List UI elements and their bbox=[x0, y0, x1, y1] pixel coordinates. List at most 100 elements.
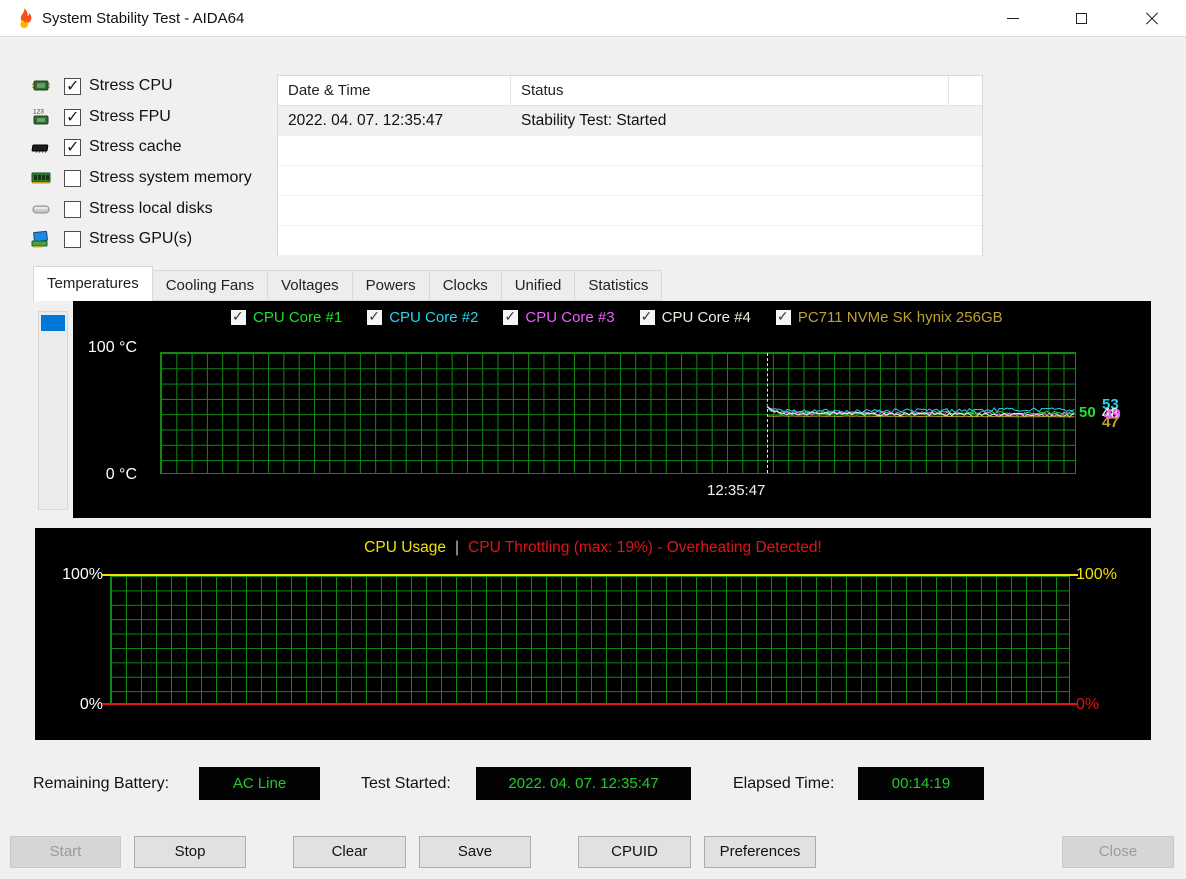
cpu-chip-icon bbox=[30, 76, 52, 96]
tab-voltages[interactable]: Voltages bbox=[268, 270, 353, 301]
minimize-icon bbox=[1007, 18, 1019, 19]
tab-temperatures[interactable]: Temperatures bbox=[33, 266, 153, 301]
title-separator: | bbox=[455, 539, 459, 557]
cpu-usage-title-text: CPU Usage bbox=[364, 539, 446, 557]
table-row-empty bbox=[278, 136, 982, 166]
legend-item-cpu-core-2[interactable]: CPU Core #2 bbox=[367, 309, 478, 326]
stop-button[interactable]: Stop bbox=[134, 836, 246, 868]
event-empty-cell bbox=[949, 106, 982, 135]
test-started-value: 2022. 04. 07. 12:35:47 bbox=[476, 767, 691, 800]
fpu-chip-icon: 123 bbox=[30, 107, 52, 127]
stress-fpu-checkbox[interactable] bbox=[64, 109, 81, 126]
current-temp-label-nvme: 47 bbox=[1102, 414, 1119, 431]
legend-item-cpu-core-3[interactable]: CPU Core #3 bbox=[503, 309, 614, 326]
stress-memory-option[interactable]: Stress system memory bbox=[30, 166, 252, 190]
tab-cooling-fans[interactable]: Cooling Fans bbox=[153, 270, 268, 301]
test-started-label: Test Started: bbox=[361, 775, 451, 793]
legend-item-nvme[interactable]: PC711 NVMe SK hynix 256GB bbox=[776, 309, 1003, 326]
close-icon bbox=[1145, 12, 1158, 25]
temp-axis-max-label: 100 °C bbox=[77, 339, 137, 357]
close-button[interactable] bbox=[1128, 0, 1174, 36]
stress-cpu-checkbox[interactable] bbox=[64, 78, 81, 95]
column-header-datetime[interactable]: Date & Time bbox=[278, 76, 511, 105]
temp-scale-slider-thumb[interactable] bbox=[41, 315, 65, 331]
elapsed-time-text: 00:14:19 bbox=[892, 775, 950, 792]
legend-checkbox-cpu-core-4[interactable] bbox=[640, 310, 655, 325]
save-button[interactable]: Save bbox=[419, 836, 531, 868]
tab-clocks[interactable]: Clocks bbox=[430, 270, 502, 301]
aida64-flame-icon bbox=[13, 7, 35, 30]
stress-memory-label: Stress system memory bbox=[89, 169, 252, 187]
stress-gpu-checkbox[interactable] bbox=[64, 231, 81, 248]
stress-disks-option[interactable]: Stress local disks bbox=[30, 197, 213, 221]
elapsed-time-label: Elapsed Time: bbox=[733, 775, 834, 793]
stress-cpu-label: Stress CPU bbox=[89, 77, 173, 95]
close-dialog-button[interactable]: Close bbox=[1062, 836, 1174, 868]
event-status-cell: Stability Test: Started bbox=[511, 106, 949, 135]
usage-axis-min-right: 0% bbox=[1076, 696, 1099, 714]
throttling-warning-text: CPU Throttling (max: 19%) - Overheating … bbox=[468, 539, 822, 557]
temperature-legend: CPU Core #1 CPU Core #2 CPU Core #3 CPU … bbox=[231, 309, 1003, 326]
event-log-header: Date & Time Status bbox=[278, 76, 982, 106]
temp-axis-min-label: 0 °C bbox=[77, 466, 137, 484]
stress-gpu-option[interactable]: Stress GPU(s) bbox=[30, 227, 192, 251]
tab-powers[interactable]: Powers bbox=[353, 270, 430, 301]
legend-label-cpu-core-4: CPU Core #4 bbox=[662, 309, 751, 326]
temperature-series-lines bbox=[160, 352, 1076, 474]
memory-module-icon bbox=[30, 168, 52, 188]
elapsed-time-value: 00:14:19 bbox=[858, 767, 984, 800]
current-temp-label-core1: 50 bbox=[1079, 404, 1096, 421]
maximize-button[interactable] bbox=[1058, 0, 1104, 36]
cache-chip-icon bbox=[30, 137, 52, 157]
test-started-text: 2022. 04. 07. 12:35:47 bbox=[508, 775, 658, 792]
table-row[interactable]: 2022. 04. 07. 12:35:47 Stability Test: S… bbox=[278, 106, 982, 136]
tab-statistics[interactable]: Statistics bbox=[575, 270, 662, 301]
legend-checkbox-nvme[interactable] bbox=[776, 310, 791, 325]
table-row-empty bbox=[278, 196, 982, 226]
stress-disks-label: Stress local disks bbox=[89, 200, 213, 218]
stress-fpu-label: Stress FPU bbox=[89, 108, 171, 126]
minimize-button[interactable] bbox=[990, 0, 1036, 36]
usage-axis-min-left: 0% bbox=[43, 696, 103, 714]
stress-cache-option[interactable]: Stress cache bbox=[30, 135, 181, 159]
system-stability-test-window: System Stability Test - AIDA64 Stress CP… bbox=[0, 0, 1186, 879]
legend-checkbox-cpu-core-3[interactable] bbox=[503, 310, 518, 325]
window-title: System Stability Test - AIDA64 bbox=[42, 0, 244, 37]
stress-fpu-option[interactable]: 123 Stress FPU bbox=[30, 105, 171, 129]
gpu-card-icon bbox=[30, 229, 52, 249]
column-header-status[interactable]: Status bbox=[511, 76, 949, 105]
cpu-throttling-line bbox=[102, 703, 1078, 705]
usage-grid bbox=[110, 575, 1070, 705]
column-header-spacer bbox=[949, 76, 982, 105]
cpuid-button[interactable]: CPUID bbox=[578, 836, 691, 868]
temperature-chart-panel: CPU Core #1 CPU Core #2 CPU Core #3 CPU … bbox=[73, 301, 1151, 518]
legend-label-nvme: PC711 NVMe SK hynix 256GB bbox=[798, 309, 1003, 326]
usage-axis-max-left: 100% bbox=[43, 566, 103, 584]
start-button[interactable]: Start bbox=[10, 836, 121, 868]
cpu-usage-line bbox=[102, 574, 1078, 576]
stress-memory-checkbox[interactable] bbox=[64, 170, 81, 187]
legend-item-cpu-core-4[interactable]: CPU Core #4 bbox=[640, 309, 751, 326]
legend-checkbox-cpu-core-2[interactable] bbox=[367, 310, 382, 325]
test-start-time-label: 12:35:47 bbox=[707, 482, 765, 499]
legend-checkbox-cpu-core-1[interactable] bbox=[231, 310, 246, 325]
clear-button[interactable]: Clear bbox=[293, 836, 406, 868]
stress-cpu-option[interactable]: Stress CPU bbox=[30, 74, 173, 98]
stress-gpu-label: Stress GPU(s) bbox=[89, 230, 192, 248]
title-bar: System Stability Test - AIDA64 bbox=[0, 0, 1186, 37]
temp-scale-slider[interactable] bbox=[38, 311, 68, 510]
stress-cache-checkbox[interactable] bbox=[64, 139, 81, 156]
preferences-button[interactable]: Preferences bbox=[704, 836, 816, 868]
maximize-icon bbox=[1076, 13, 1087, 24]
stress-cache-label: Stress cache bbox=[89, 138, 181, 156]
cpu-usage-chart-panel: CPU Usage | CPU Throttling (max: 19%) - … bbox=[35, 528, 1151, 740]
table-row-empty bbox=[278, 166, 982, 196]
tab-unified[interactable]: Unified bbox=[502, 270, 576, 301]
legend-item-cpu-core-1[interactable]: CPU Core #1 bbox=[231, 309, 342, 326]
legend-label-cpu-core-1: CPU Core #1 bbox=[253, 309, 342, 326]
hard-disk-icon bbox=[30, 199, 52, 219]
table-row-empty bbox=[278, 226, 982, 256]
event-log-table: Date & Time Status 2022. 04. 07. 12:35:4… bbox=[277, 75, 983, 256]
stress-disks-checkbox[interactable] bbox=[64, 201, 81, 218]
usage-axis-max-right: 100% bbox=[1076, 566, 1117, 584]
